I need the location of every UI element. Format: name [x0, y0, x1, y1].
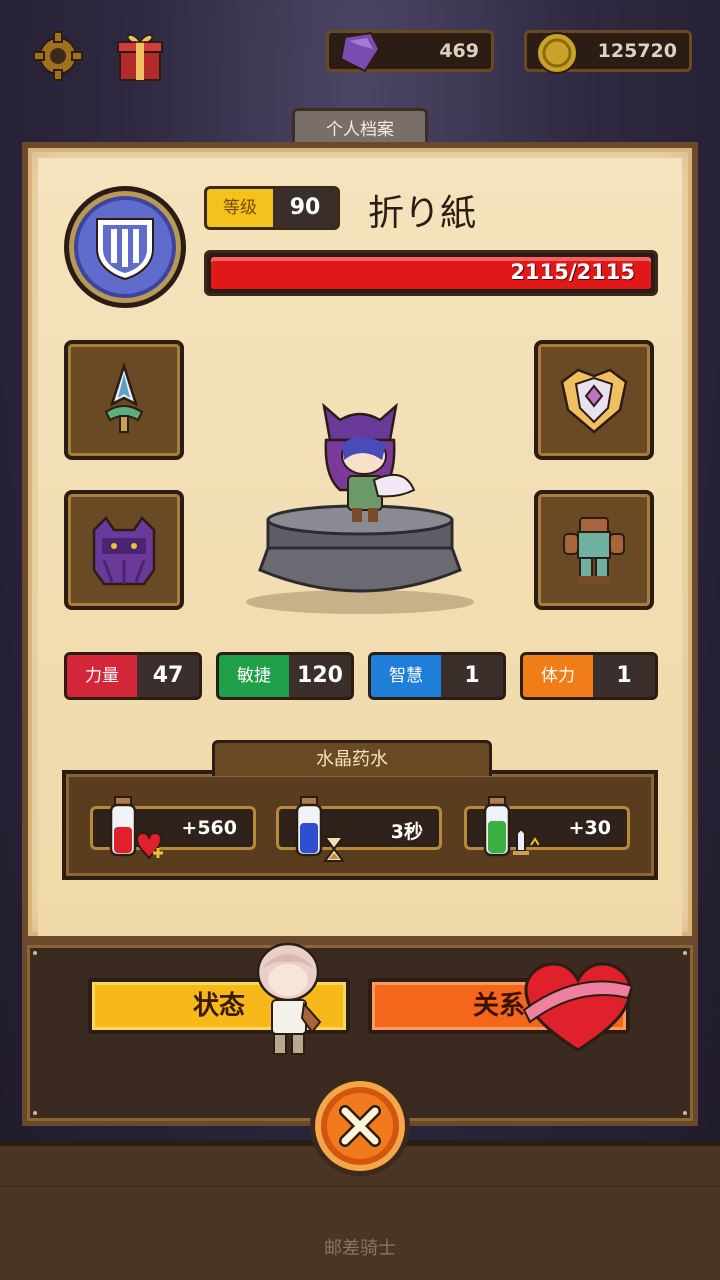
stat-wisdom: 智慧 1	[368, 652, 506, 700]
heart-ribbon-icon	[520, 960, 636, 1060]
equip-slot-helmet[interactable]	[64, 490, 184, 610]
equip-slot-armor[interactable]	[534, 490, 654, 610]
red-potion-heart-icon	[109, 796, 163, 860]
potion-attack-value: +30	[568, 817, 611, 839]
coin-count: 125720	[597, 40, 677, 62]
stat-strength: 力量 47	[64, 652, 202, 700]
shield-crest-icon	[96, 218, 154, 281]
potion-section-title: 水晶药水	[212, 740, 492, 776]
stat-agility-label: 敏捷	[219, 655, 289, 697]
potion-speed-value: 3秒	[390, 821, 423, 843]
guild-emblem	[64, 186, 186, 308]
settings-gear-icon[interactable]	[30, 28, 86, 84]
hero-name: 折り紙	[368, 193, 477, 234]
close-button[interactable]	[310, 1076, 410, 1176]
green-potion-sword-icon	[483, 796, 539, 857]
level-badge: 等级 90	[204, 186, 340, 230]
postman-chibi-icon	[250, 938, 330, 1066]
spear-icon	[104, 361, 144, 433]
level-value: 90	[289, 195, 321, 220]
purple-gem-icon	[335, 29, 383, 80]
stat-agility-value: 120	[297, 663, 343, 688]
hero-character	[322, 402, 416, 522]
cat-hood-icon	[92, 516, 156, 586]
stat-stamina-label: 体力	[523, 655, 593, 697]
gem-counter: 469	[326, 30, 494, 73]
stat-agility: 敏捷 120	[216, 652, 354, 700]
equip-slot-shield[interactable]	[534, 340, 654, 460]
potion-speed[interactable]: 3秒	[276, 796, 442, 862]
crest-shield-icon	[560, 368, 628, 434]
footer-title: 邮差骑士	[324, 1238, 396, 1259]
gem-count: 469	[439, 40, 479, 62]
gold-coin-icon	[533, 29, 581, 82]
potion-hp-value: +560	[181, 817, 237, 839]
coin-counter: 125720	[524, 30, 692, 74]
potion-hp[interactable]: +560	[90, 796, 256, 860]
hp-text: 2115/2115	[510, 260, 635, 284]
stat-strength-label: 力量	[67, 655, 137, 697]
leather-armor-icon	[563, 517, 625, 584]
hero-pedestal	[244, 380, 476, 620]
gift-box-icon[interactable]	[112, 28, 168, 84]
level-label: 等级	[207, 189, 273, 227]
stat-wisdom-label: 智慧	[371, 655, 441, 697]
hp-bar: 2115/2115	[204, 250, 658, 296]
potion-attack[interactable]: +30	[464, 796, 630, 857]
stat-stamina: 体力 1	[520, 652, 658, 700]
blue-potion-hourglass-icon	[295, 796, 345, 862]
stat-strength-value: 47	[152, 663, 184, 688]
close-icon	[339, 1105, 381, 1147]
equip-slot-weapon[interactable]	[64, 340, 184, 460]
stat-wisdom-value: 1	[464, 663, 480, 688]
stat-stamina-value: 1	[616, 663, 632, 688]
